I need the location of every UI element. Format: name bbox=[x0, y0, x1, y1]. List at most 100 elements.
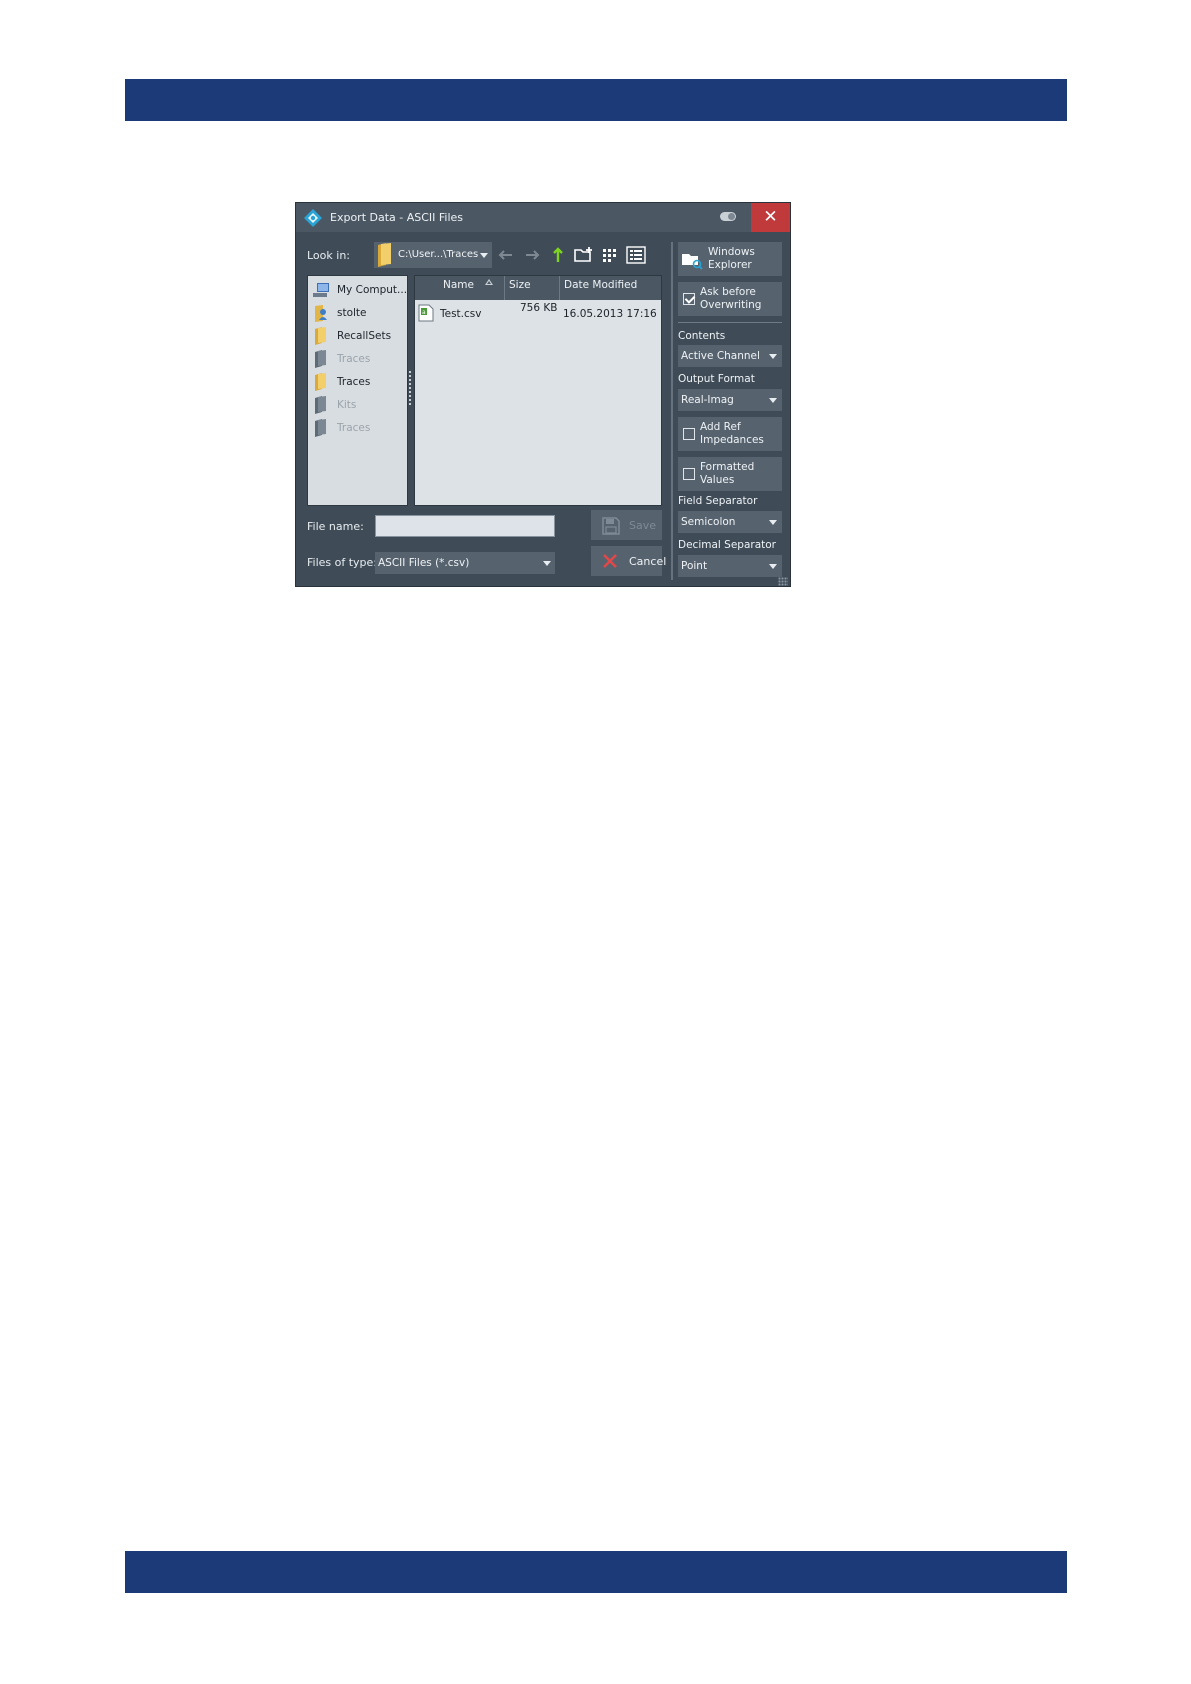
chevron-down-icon bbox=[769, 520, 777, 525]
field-separator-value: Semicolon bbox=[681, 516, 736, 528]
contents-value: Active Channel bbox=[681, 350, 760, 362]
computer-icon bbox=[313, 283, 329, 297]
formatted-line2: Values bbox=[700, 474, 735, 486]
file-list-header: Name Size Date Modified bbox=[415, 276, 661, 300]
file-name-label: File name: bbox=[307, 520, 364, 533]
forward-arrow-icon[interactable] bbox=[522, 245, 542, 265]
column-header-name[interactable]: Name bbox=[415, 276, 505, 300]
output-format-label: Output Format bbox=[678, 373, 755, 385]
chevron-down-icon bbox=[769, 398, 777, 403]
folder-icon bbox=[378, 243, 391, 267]
places-sidebar: My Comput... stolte RecallSets Traces Tr… bbox=[307, 275, 408, 506]
sidebar-item-kits-disabled: Kits bbox=[308, 394, 407, 416]
formatted-line1: Formatted bbox=[700, 461, 755, 473]
title-bar[interactable]: Export Data - ASCII Files ✕ bbox=[296, 203, 790, 232]
chevron-down-icon bbox=[769, 354, 777, 359]
app-logo-icon bbox=[304, 209, 322, 227]
ask-before-line1: Ask before bbox=[700, 286, 756, 298]
save-button: Save bbox=[591, 510, 662, 540]
output-format-select[interactable]: Real-Imag bbox=[678, 389, 782, 411]
sidebar-item-traces-disabled: Traces bbox=[308, 348, 407, 370]
folder-icon bbox=[315, 396, 326, 414]
list-view-icon[interactable] bbox=[600, 245, 620, 265]
cancel-x-icon bbox=[603, 554, 617, 568]
files-of-type-combo[interactable]: ASCII Files (*.csv) bbox=[375, 552, 555, 574]
sort-ascending-icon bbox=[485, 279, 493, 285]
decimal-separator-value: Point bbox=[681, 560, 708, 572]
sidebar-item-label: Traces bbox=[337, 376, 371, 388]
csv-file-icon: a bbox=[418, 304, 434, 322]
sidebar-item-my-computer[interactable]: My Comput... bbox=[308, 279, 407, 301]
sidebar-item-label: Traces bbox=[337, 353, 371, 365]
sidebar-item-label: stolte bbox=[337, 307, 367, 319]
contents-select[interactable]: Active Channel bbox=[678, 345, 782, 367]
sidebar-item-traces[interactable]: Traces bbox=[308, 371, 407, 393]
look-in-label: Look in: bbox=[307, 249, 350, 262]
look-in-path: C:\User...\Traces bbox=[398, 249, 479, 260]
add-ref-line2: Impedances bbox=[700, 434, 764, 446]
file-name-cell: Test.csv bbox=[440, 308, 482, 320]
formatted-values-toggle[interactable]: Formatted Values bbox=[678, 457, 782, 491]
column-header-size[interactable]: Size bbox=[505, 276, 560, 300]
sidebar-item-traces-disabled-2: Traces bbox=[308, 417, 407, 439]
sidebar-item-recallsets[interactable]: RecallSets bbox=[308, 325, 407, 347]
section-divider bbox=[678, 322, 782, 323]
windows-explorer-line2: Explorer bbox=[708, 259, 752, 271]
column-header-date[interactable]: Date Modified bbox=[560, 276, 661, 300]
output-format-value: Real-Imag bbox=[681, 394, 734, 406]
file-date-cell: 16.05.2013 17:16 bbox=[563, 308, 657, 320]
file-list: Name Size Date Modified a Test.csv 756 K… bbox=[414, 275, 662, 506]
checkbox-unchecked[interactable] bbox=[683, 428, 695, 440]
svg-text:a: a bbox=[422, 309, 426, 316]
decimal-separator-select[interactable]: Point bbox=[678, 555, 782, 577]
export-data-dialog: Export Data - ASCII Files ✕ Look in: C:\… bbox=[295, 202, 791, 587]
panel-divider bbox=[671, 242, 673, 580]
sidebar-item-label: RecallSets bbox=[337, 330, 392, 342]
checkbox-checked[interactable] bbox=[683, 293, 695, 305]
file-size-cell: 756 KB bbox=[520, 302, 558, 314]
sidebar-item-label: Traces bbox=[337, 422, 371, 434]
splitter-handle[interactable] bbox=[409, 371, 411, 405]
explorer-icon bbox=[682, 254, 703, 270]
checkbox-unchecked[interactable] bbox=[683, 468, 695, 480]
look-in-combo[interactable]: C:\User...\Traces bbox=[374, 242, 492, 268]
files-of-type-label: Files of type: bbox=[307, 556, 378, 569]
ask-before-line2: Overwriting bbox=[700, 299, 762, 311]
folder-icon bbox=[315, 350, 326, 368]
folder-icon bbox=[315, 373, 326, 391]
page-header-band bbox=[125, 79, 1067, 121]
field-separator-select[interactable]: Semicolon bbox=[678, 511, 782, 533]
save-disk-icon bbox=[602, 517, 620, 535]
field-separator-label: Field Separator bbox=[678, 495, 758, 507]
up-arrow-icon[interactable] bbox=[548, 245, 568, 265]
sidebar-item-label: My Comput... bbox=[337, 284, 408, 296]
folder-icon bbox=[315, 419, 326, 437]
dialog-title: Export Data - ASCII Files bbox=[330, 211, 464, 224]
decimal-separator-label: Decimal Separator bbox=[678, 539, 776, 551]
chevron-down-icon bbox=[480, 253, 488, 258]
detail-view-icon[interactable] bbox=[626, 245, 646, 265]
back-arrow-icon[interactable] bbox=[496, 245, 516, 265]
save-label: Save bbox=[629, 519, 657, 532]
add-ref-line1: Add Ref bbox=[700, 421, 741, 433]
files-of-type-value: ASCII Files (*.csv) bbox=[378, 557, 470, 569]
ask-before-overwriting-toggle[interactable]: Ask before Overwriting bbox=[678, 282, 782, 316]
add-ref-impedances-toggle[interactable]: Add Ref Impedances bbox=[678, 417, 782, 451]
page-footer-band bbox=[125, 1551, 1067, 1593]
close-button[interactable]: ✕ bbox=[751, 203, 790, 232]
sidebar-item-stolte[interactable]: stolte bbox=[308, 302, 407, 324]
windows-explorer-line1: Windows bbox=[708, 246, 755, 258]
toggle-switch[interactable] bbox=[720, 212, 736, 221]
windows-explorer-button[interactable]: Windows Explorer bbox=[678, 242, 782, 276]
contents-label: Contents bbox=[678, 330, 726, 342]
user-folder-icon bbox=[315, 305, 327, 322]
cancel-label: Cancel bbox=[629, 555, 667, 568]
table-row[interactable]: a Test.csv 756 KB 16.05.2013 17:16 bbox=[415, 302, 661, 324]
chevron-down-icon bbox=[769, 564, 777, 569]
cancel-button[interactable]: Cancel bbox=[591, 546, 666, 576]
file-name-input[interactable] bbox=[375, 515, 555, 537]
resize-grip[interactable] bbox=[778, 577, 788, 586]
sidebar-item-label: Kits bbox=[337, 399, 357, 411]
chevron-down-icon bbox=[543, 561, 551, 566]
new-folder-icon[interactable] bbox=[574, 245, 594, 265]
